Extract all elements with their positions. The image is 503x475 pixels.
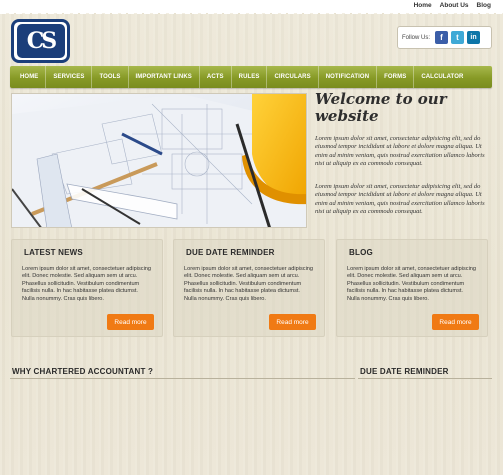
blog-read-more-button[interactable]: Read more — [432, 314, 479, 330]
nav-forms[interactable]: FORMS — [377, 66, 415, 88]
logo-text: CS — [26, 28, 57, 54]
nav-acts[interactable]: ACTS — [200, 66, 232, 88]
facebook-icon[interactable]: f — [435, 31, 449, 44]
top-link-blog[interactable]: Blog — [477, 2, 491, 9]
logo-emblem: CS — [16, 24, 65, 58]
hero-image — [11, 93, 307, 228]
main-navigation: HOME SERVICES TOOLS IMPORTANT LINKS ACTS… — [10, 66, 492, 88]
nav-home[interactable]: HOME — [13, 66, 47, 88]
why-ca-heading: WHY CHARTERED ACCOUNTANT ? — [12, 367, 154, 376]
nav-circulars[interactable]: CIRCULARS — [267, 66, 319, 88]
top-link-about[interactable]: About Us — [440, 2, 469, 9]
latest-news-box: LATEST NEWS Lorem ipsum dolor sit amet, … — [11, 239, 163, 337]
nav-rules[interactable]: RULES — [232, 66, 268, 88]
nav-calculator[interactable]: CALCULATOR — [414, 66, 470, 88]
blog-text: Lorem ipsum dolor sit amet, consectetuer… — [347, 266, 477, 302]
latest-news-title: LATEST NEWS — [24, 248, 83, 257]
follow-label: Follow Us: — [402, 34, 431, 41]
blueprint-illustration — [12, 94, 306, 227]
welcome-title: Welcome to our website — [315, 90, 447, 125]
latest-news-text: Lorem ipsum dolor sit amet, consectetuer… — [22, 266, 152, 302]
top-links: Home About Us Blog — [414, 2, 491, 9]
follow-us-box: Follow Us: f t in — [397, 26, 492, 49]
latest-news-read-more-button[interactable]: Read more — [107, 314, 154, 330]
blog-box: BLOG Lorem ipsum dolor sit amet, consect… — [336, 239, 488, 337]
due-date-reminder-divider — [358, 378, 492, 379]
due-date-box: DUE DATE REMINDER Lorem ipsum dolor sit … — [173, 239, 325, 337]
site-logo[interactable]: CS — [11, 19, 70, 63]
welcome-paragraph-2: Lorem ipsum dolor sit amet, consectetur … — [315, 183, 485, 216]
blog-title: BLOG — [349, 248, 373, 257]
nav-services[interactable]: SERVICES — [46, 66, 93, 88]
nav-important-links[interactable]: IMPORTANT LINKS — [129, 66, 200, 88]
due-date-text: Lorem ipsum dolor sit amet, consectetuer… — [184, 266, 314, 302]
nav-tools[interactable]: TOOLS — [92, 66, 129, 88]
welcome-paragraph-1: Lorem ipsum dolor sit amet, consectetur … — [315, 135, 485, 168]
why-ca-divider — [10, 378, 355, 379]
nav-notification[interactable]: NOTIFICATION — [319, 66, 378, 88]
due-date-title: DUE DATE REMINDER — [186, 248, 275, 257]
linkedin-icon[interactable]: in — [467, 31, 481, 44]
twitter-icon[interactable]: t — [451, 31, 465, 44]
due-date-reminder-heading: DUE DATE REMINDER — [360, 367, 449, 376]
top-link-home[interactable]: Home — [414, 2, 432, 9]
due-date-read-more-button[interactable]: Read more — [269, 314, 316, 330]
